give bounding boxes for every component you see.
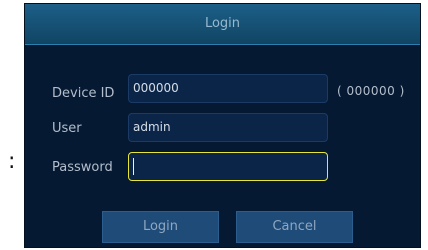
user-field[interactable]: admin: [128, 113, 328, 142]
device-id-field[interactable]: 000000: [128, 74, 328, 103]
user-label: User: [52, 121, 82, 136]
text-caret: [133, 158, 134, 175]
password-field[interactable]: [128, 152, 328, 181]
login-dialog: Login Device ID 000000 ( 000000 ) User a…: [24, 3, 421, 248]
cancel-button-label: Cancel: [272, 219, 317, 234]
user-value: admin: [133, 120, 171, 134]
login-button-label: Login: [142, 219, 179, 234]
cancel-button[interactable]: Cancel: [236, 211, 353, 243]
device-id-label: Device ID: [52, 86, 115, 101]
device-id-hint: ( 000000 ): [337, 84, 405, 98]
password-label: Password: [52, 160, 113, 175]
stray-colon-text: :: [8, 149, 16, 174]
device-id-value: 000000: [133, 81, 179, 95]
dialog-title-bar: Login: [25, 4, 420, 45]
login-button[interactable]: Login: [102, 211, 219, 243]
dialog-title: Login: [204, 16, 241, 31]
